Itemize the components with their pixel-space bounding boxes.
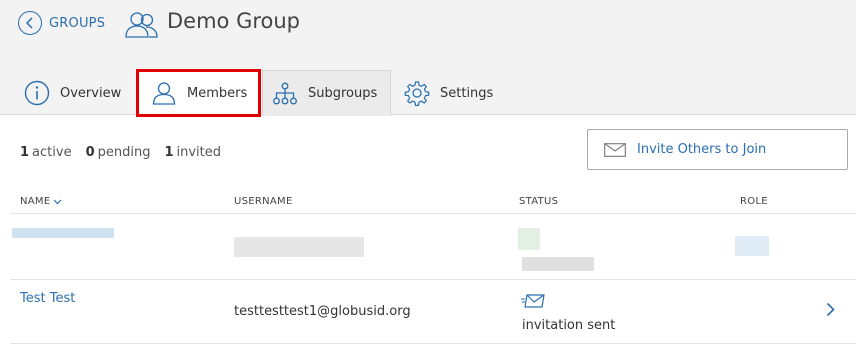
tab-label: Subgroups [308,86,378,101]
back-label: GROUPS [49,15,106,31]
header-divider [10,213,856,214]
tab-label: Overview [60,85,122,101]
tab-settings[interactable]: Settings [404,70,493,116]
tab-label: Members [187,85,248,101]
redacted-role [735,236,769,256]
user-icon [151,80,177,106]
column-header-status: STATUS [519,196,559,207]
row-divider [10,279,856,280]
active-count: 1 active [20,145,72,160]
page-header: GROUPS Demo Group Overview Members Subgr… [0,0,856,117]
member-counts: 1 active 0 pending 1 invited [20,145,235,160]
back-to-groups-link[interactable]: GROUPS [18,11,105,35]
tab-subgroups[interactable]: Subgroups [262,70,391,116]
redacted-username [234,237,364,257]
tab-overview[interactable]: Overview [24,70,121,116]
redacted-name [12,228,114,238]
redacted-status-icon [518,228,540,250]
info-icon [24,80,50,106]
chevron-right-icon[interactable] [826,302,835,317]
row-divider [10,343,856,344]
column-header-username: USERNAME [234,196,293,207]
envelope-sent-icon [521,294,545,308]
member-username: testtesttest1@globusid.org [234,304,411,319]
envelope-icon [604,142,626,157]
tab-label: Settings [440,85,494,101]
invite-others-button[interactable]: Invite Others to Join [587,129,848,170]
back-chevron-icon [18,11,42,35]
invite-button-label: Invite Others to Join [637,142,767,157]
sort-chevron-down-icon [54,199,62,204]
member-name-link[interactable]: Test Test [20,291,75,306]
hierarchy-icon [272,81,298,107]
group-icon [125,12,158,38]
page-title: Demo Group [167,9,301,33]
redacted-status [522,257,594,271]
column-header-role: ROLE [740,196,768,207]
gear-icon [404,80,430,106]
pending-count: 0 pending [85,145,151,160]
invited-count: 1 invited [164,145,222,160]
column-header-name[interactable]: NAME [20,196,62,207]
tab-members[interactable]: Members [136,69,261,117]
member-status: invitation sent [522,318,616,333]
